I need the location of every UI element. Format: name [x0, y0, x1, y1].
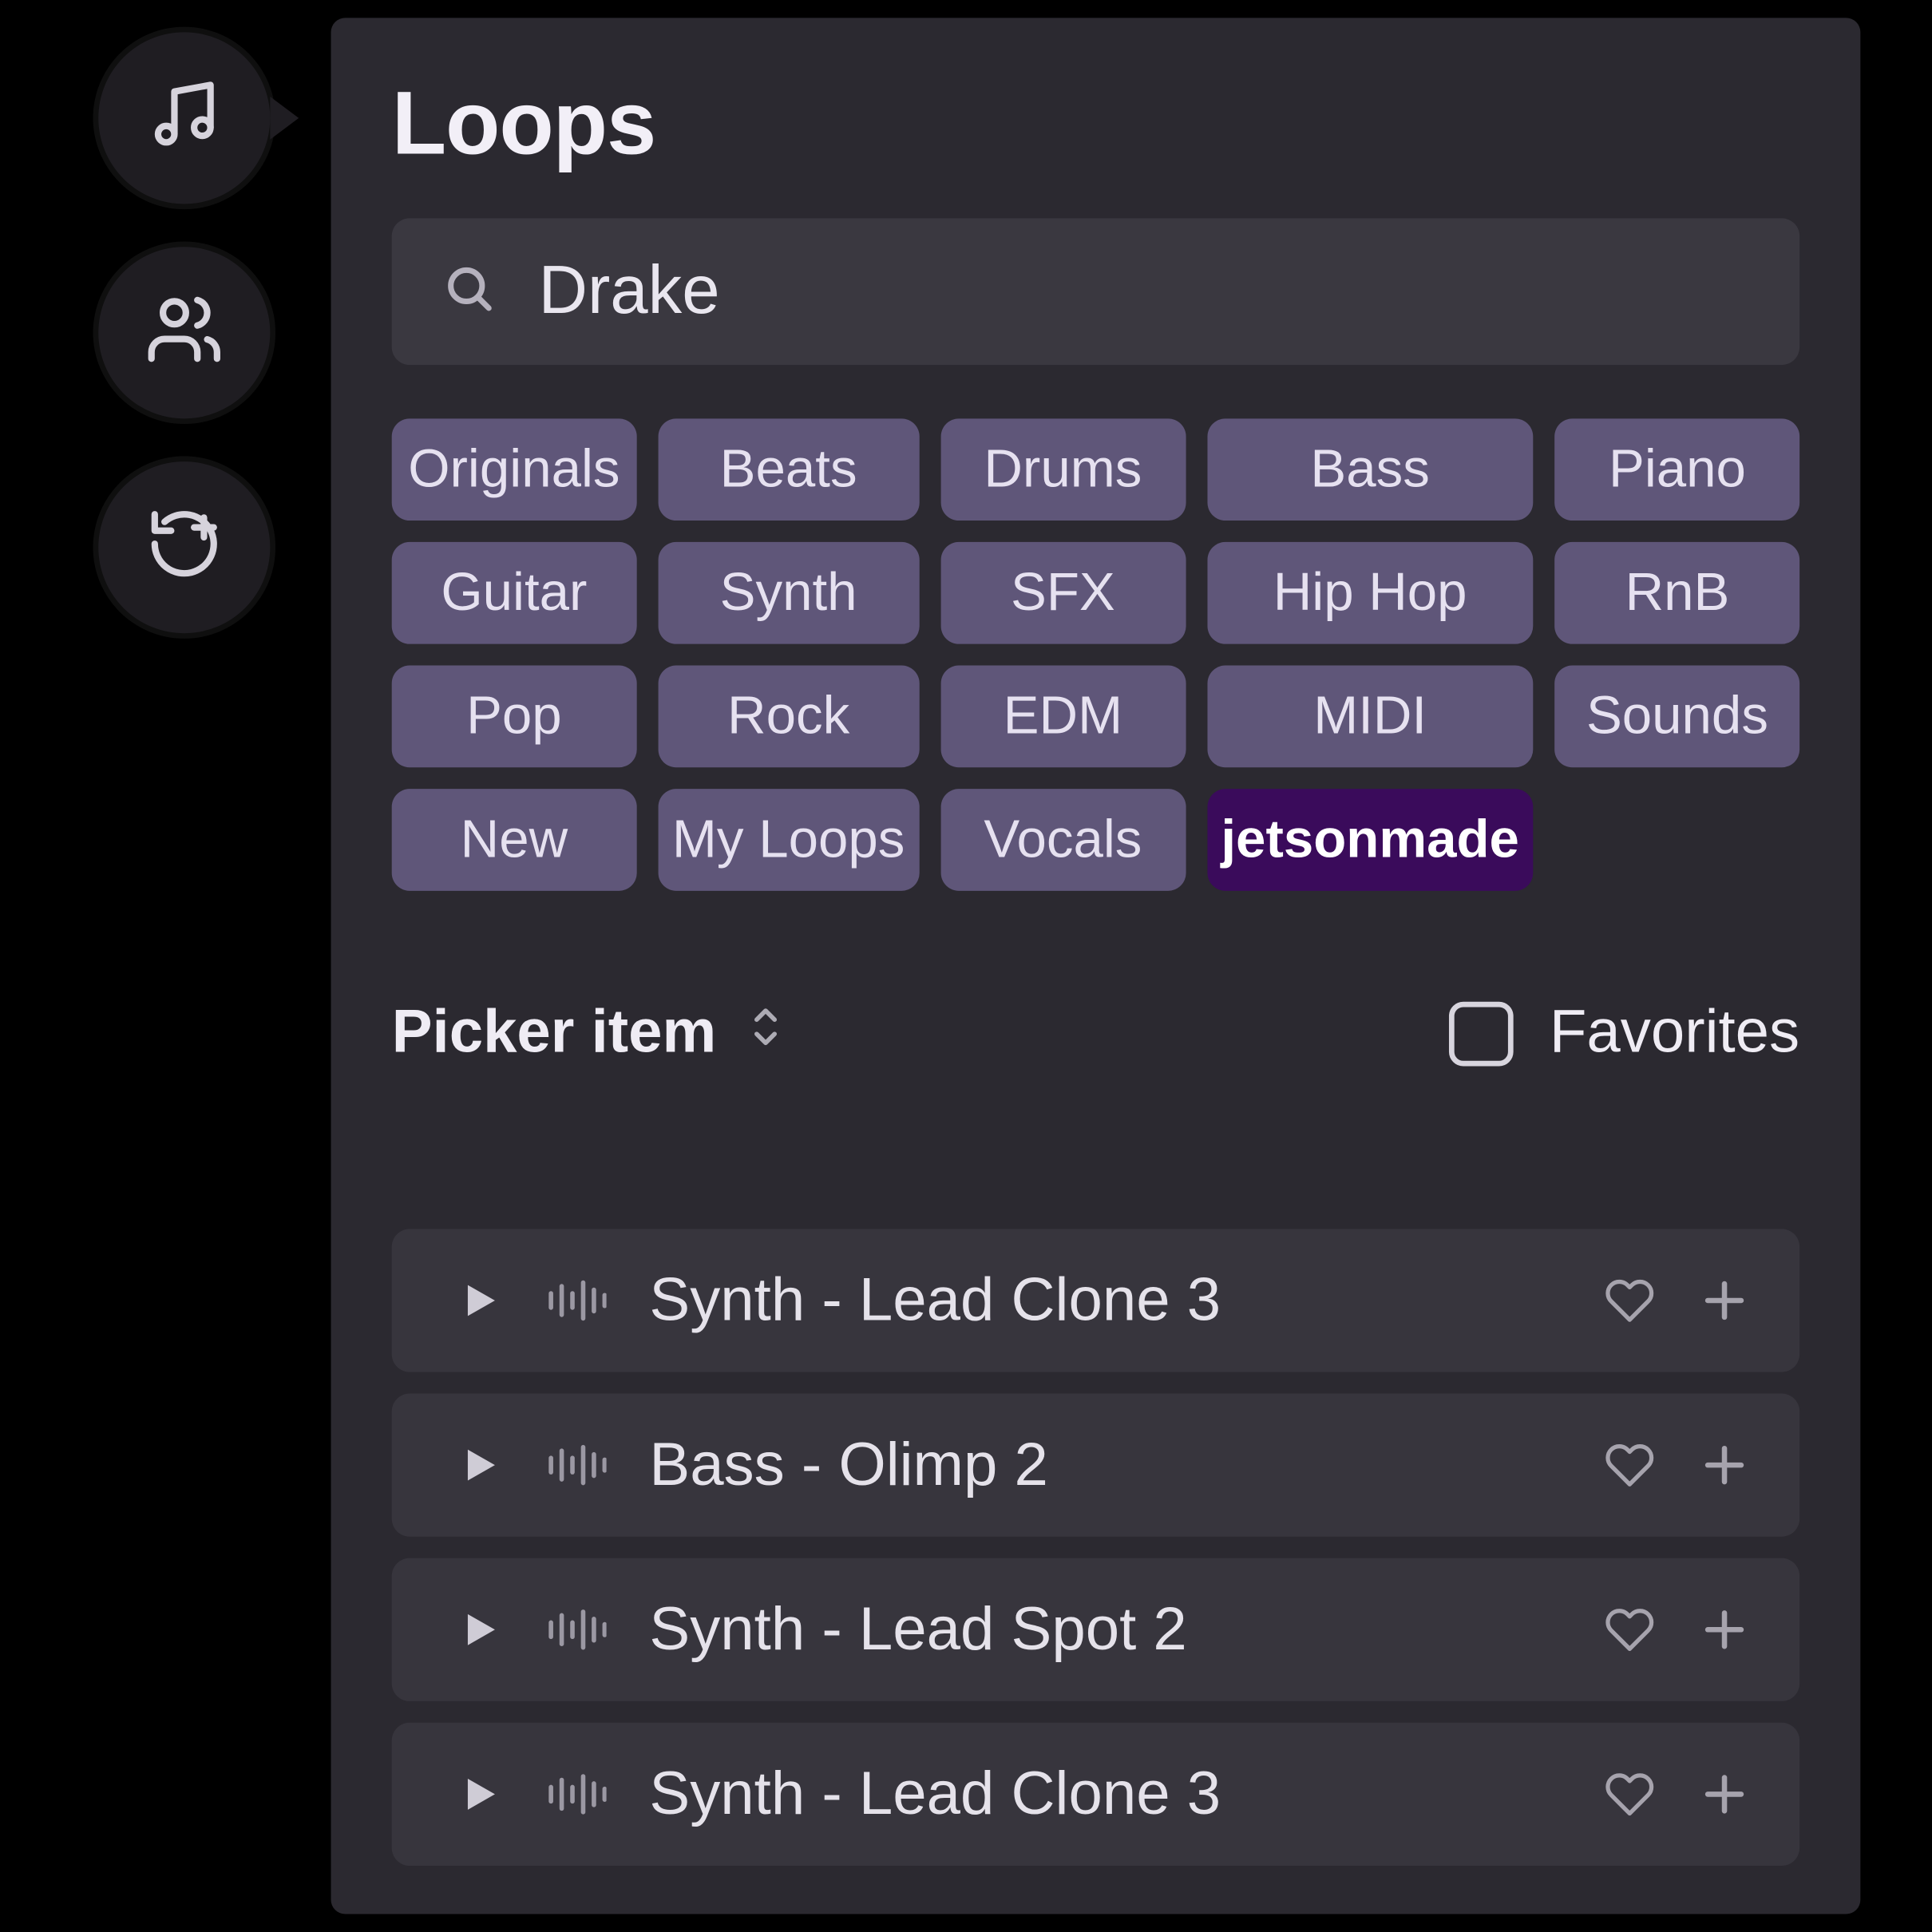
waveform-icon [545, 1440, 606, 1491]
picker-row: Picker item Favorites [392, 998, 1799, 1067]
plus-icon[interactable] [1700, 1440, 1750, 1491]
heart-icon[interactable] [1603, 1605, 1657, 1655]
category-chip[interactable]: New [392, 789, 636, 891]
loops-panel: Loops OriginalsBeatsDrumsBassPiano Guitar… [331, 18, 1861, 1914]
track-row[interactable]: Synth - Lead Clone 3 [392, 1229, 1799, 1372]
plus-icon[interactable] [1700, 1276, 1750, 1326]
waveform-icon [545, 1276, 606, 1326]
loop-plus-icon [145, 504, 224, 592]
category-chip[interactable]: EDM [940, 666, 1185, 768]
sort-picker[interactable]: Picker item [392, 998, 785, 1067]
category-chip[interactable]: Piano [1555, 418, 1799, 521]
rail-loops-button[interactable] [98, 32, 270, 204]
play-icon[interactable] [456, 1273, 502, 1327]
category-chip[interactable]: Bass [1206, 418, 1533, 521]
chevron-up-down-icon [749, 998, 785, 1067]
music-note-icon [145, 74, 224, 162]
track-row[interactable]: Bass - Olimp 2 [392, 1394, 1799, 1537]
track-list: Synth - Lead Clone 3 Bass - Olimp 2 Synth … [392, 1229, 1799, 1866]
favorites-checkbox[interactable] [1449, 1001, 1514, 1066]
category-chip[interactable]: Originals [392, 418, 636, 521]
side-rail [98, 32, 270, 633]
category-chip[interactable]: Rock [658, 666, 919, 768]
category-chip[interactable]: Hip Hop [1206, 542, 1533, 644]
favorites-toggle[interactable]: Favorites [1449, 998, 1799, 1067]
search-icon [441, 260, 495, 323]
play-icon[interactable] [456, 1603, 502, 1657]
people-icon [145, 289, 224, 377]
track-name: Synth - Lead Spot 2 [649, 1595, 1560, 1665]
favorites-label: Favorites [1550, 998, 1799, 1067]
waveform-icon [545, 1769, 606, 1819]
category-chip[interactable]: jetsonmade [1206, 789, 1533, 891]
track-name: Synth - Lead Clone 3 [649, 1760, 1560, 1829]
track-row[interactable]: Synth - Lead Spot 2 [392, 1558, 1799, 1701]
category-chip[interactable]: Sounds [1555, 666, 1799, 768]
category-chip[interactable]: Pop [392, 666, 636, 768]
category-chip[interactable]: Beats [658, 418, 919, 521]
heart-icon[interactable] [1603, 1276, 1657, 1326]
plus-icon[interactable] [1700, 1769, 1750, 1819]
heart-icon[interactable] [1603, 1440, 1657, 1491]
category-chips: OriginalsBeatsDrumsBassPianoGuitarSynthS… [392, 418, 1799, 891]
waveform-icon [545, 1605, 606, 1655]
category-chip[interactable]: MIDI [1206, 666, 1533, 768]
plus-icon[interactable] [1700, 1605, 1750, 1655]
heart-icon[interactable] [1603, 1769, 1657, 1819]
track-row[interactable]: Synth - Lead Clone 3 [392, 1723, 1799, 1866]
search-input[interactable] [538, 253, 1749, 330]
category-chip[interactable]: Synth [658, 542, 919, 644]
panel-title: Loops [392, 72, 1799, 176]
play-icon[interactable] [456, 1768, 502, 1821]
category-chip[interactable]: Guitar [392, 542, 636, 644]
picker-label: Picker item [392, 998, 717, 1067]
category-chip[interactable]: SFX [940, 542, 1185, 644]
category-chip[interactable]: Drums [940, 418, 1185, 521]
category-chip[interactable]: My Loops [658, 789, 919, 891]
rail-loop-plus-button[interactable] [98, 461, 270, 633]
category-chip[interactable]: Vocals [940, 789, 1185, 891]
play-icon[interactable] [456, 1439, 502, 1492]
category-chip[interactable]: RnB [1555, 542, 1799, 644]
rail-people-button[interactable] [98, 247, 270, 418]
track-name: Bass - Olimp 2 [649, 1430, 1560, 1499]
track-name: Synth - Lead Clone 3 [649, 1265, 1560, 1335]
search-bar[interactable] [392, 218, 1799, 365]
